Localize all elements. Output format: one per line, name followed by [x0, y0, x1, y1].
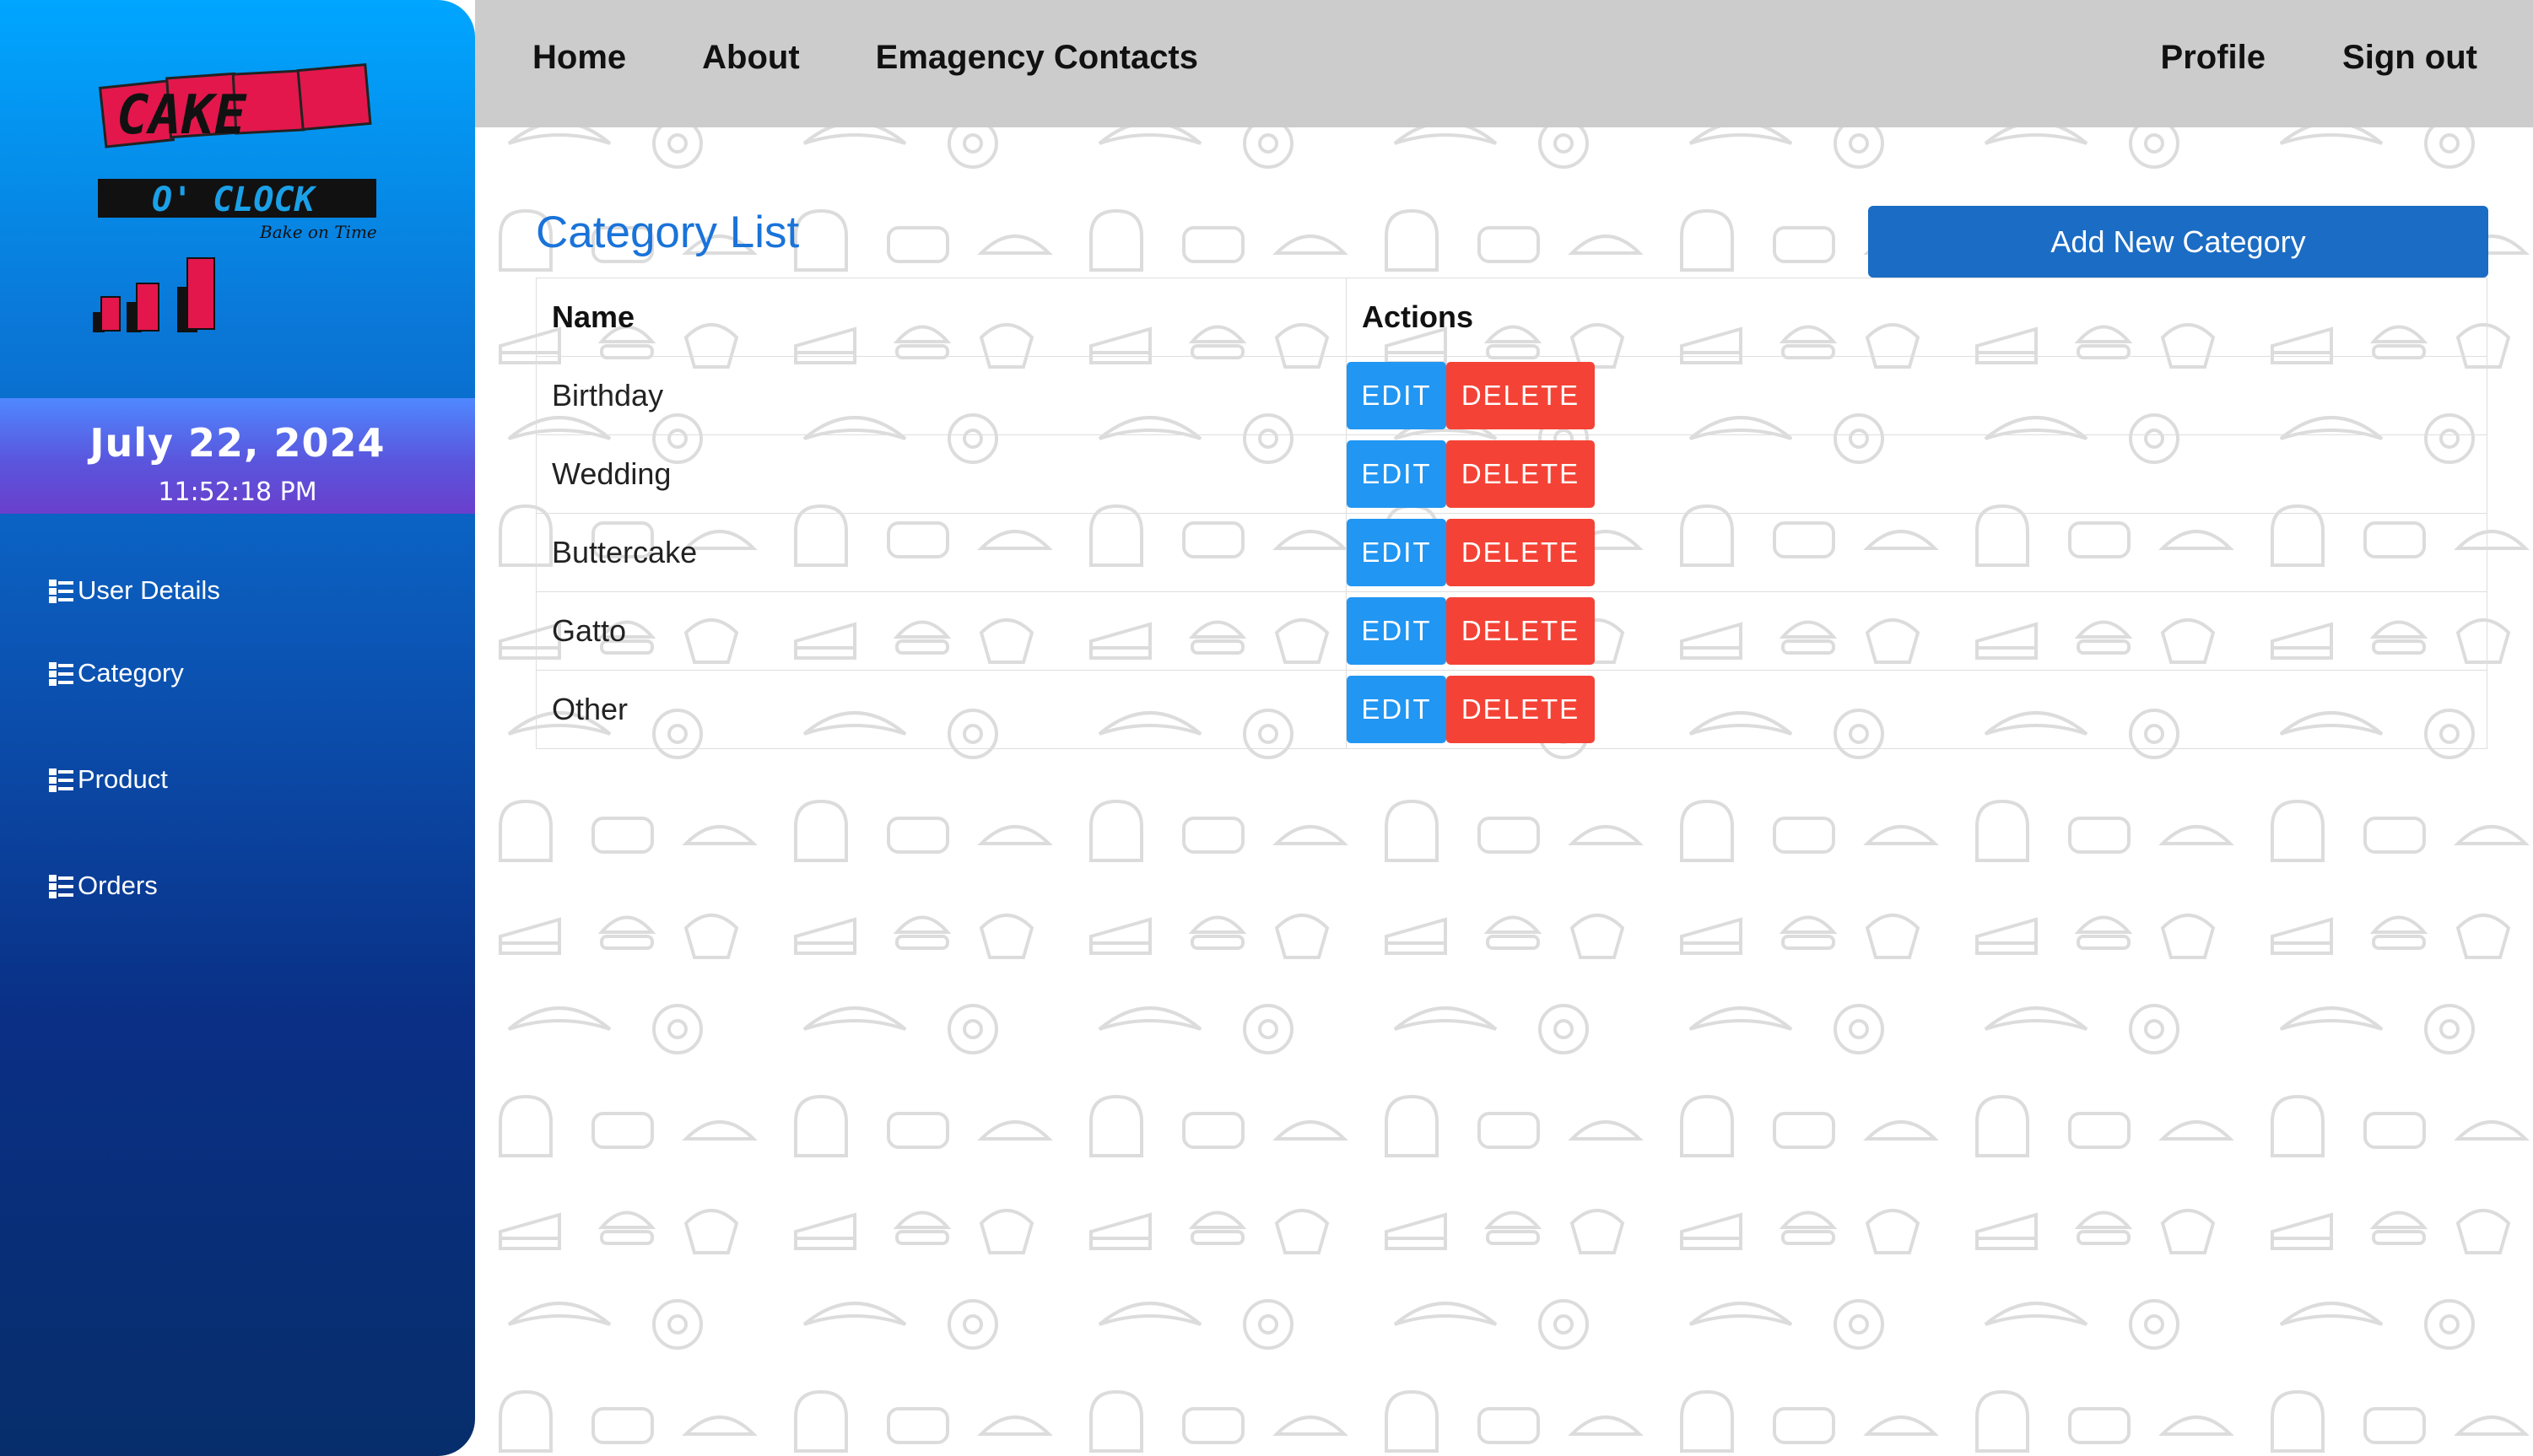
table-row: Other EDIT DELETE: [536, 670, 2487, 749]
edit-button[interactable]: EDIT: [1347, 362, 1446, 429]
list-icon: [47, 871, 76, 900]
table-row: Buttercake EDIT DELETE: [536, 513, 2487, 592]
row-actions: EDIT DELETE: [1346, 670, 2487, 749]
delete-button[interactable]: DELETE: [1446, 440, 1595, 508]
table-row: Birthday EDIT DELETE: [536, 356, 2487, 435]
edit-button[interactable]: EDIT: [1347, 519, 1446, 586]
edit-button[interactable]: EDIT: [1347, 440, 1446, 508]
logo-word: CAKE: [116, 84, 248, 147]
row-actions: EDIT DELETE: [1346, 434, 2487, 514]
delete-button[interactable]: DELETE: [1446, 519, 1595, 586]
logo-tagline: Bake on Time: [259, 222, 377, 242]
sidebar-item-label: Orders: [78, 871, 158, 900]
row-actions: EDIT DELETE: [1346, 591, 2487, 671]
sidebar-item-category[interactable]: Category: [47, 620, 220, 726]
sidebar-item-label: Category: [78, 658, 184, 688]
sidebar-item-label: User Details: [78, 575, 220, 605]
nav-profile-link[interactable]: Profile: [2161, 39, 2266, 77]
sidebar: CAKE O' CLOCK Bake on Time July 22, 2024…: [0, 0, 475, 1456]
list-icon: [47, 765, 76, 794]
row-actions: EDIT DELETE: [1346, 513, 2487, 592]
nav-home-link[interactable]: Home: [532, 39, 626, 77]
logo-sub: O' CLOCK: [152, 181, 317, 219]
category-table: Name Actions Birthday EDIT DELETE Wedding…: [536, 278, 2487, 749]
table-header-row: Name Actions: [536, 278, 2487, 357]
list-icon: [47, 659, 76, 688]
datetime-panel: July 22, 2024 11:52:18 PM: [0, 398, 475, 514]
delete-button[interactable]: DELETE: [1446, 362, 1595, 429]
nav-left-group: Home About Emagency Contacts: [532, 39, 1198, 77]
sidebar-menu: User Details Category Product Orders: [47, 561, 220, 939]
page-title: Category List: [536, 208, 800, 257]
delete-button[interactable]: DELETE: [1446, 597, 1595, 665]
table-row: Wedding EDIT DELETE: [536, 434, 2487, 514]
sidebar-item-user-details[interactable]: User Details: [47, 561, 220, 620]
category-name: Buttercake: [536, 513, 1347, 592]
current-time: 11:52:18 PM: [158, 477, 317, 507]
cake-oclock-logo: CAKE O' CLOCK Bake on Time: [84, 59, 405, 346]
category-name: Birthday: [536, 356, 1347, 435]
category-name: Gatto: [536, 591, 1347, 671]
table-row: Gatto EDIT DELETE: [536, 591, 2487, 671]
category-name: Wedding: [536, 434, 1347, 514]
top-navbar: Home About Emagency Contacts Profile Sig…: [475, 0, 2533, 127]
list-icon: [47, 576, 76, 605]
add-new-category-button[interactable]: Add New Category: [1868, 206, 2488, 278]
current-date: July 22, 2024: [89, 420, 386, 466]
column-header-name: Name: [536, 278, 1347, 357]
sidebar-item-orders[interactable]: Orders: [47, 833, 220, 939]
sidebar-item-product[interactable]: Product: [47, 726, 220, 833]
category-name: Other: [536, 670, 1347, 749]
nav-sign-out-link[interactable]: Sign out: [2342, 39, 2477, 77]
delete-button[interactable]: DELETE: [1446, 676, 1595, 743]
edit-button[interactable]: EDIT: [1347, 597, 1446, 665]
nav-right-group: Profile Sign out: [2161, 39, 2477, 77]
row-actions: EDIT DELETE: [1346, 356, 2487, 435]
nav-emergency-contacts-link[interactable]: Emagency Contacts: [876, 39, 1198, 77]
column-header-actions: Actions: [1346, 278, 2487, 357]
sidebar-item-label: Product: [78, 764, 168, 794]
main-content: Category List Add New Category Name Acti…: [475, 127, 2533, 1456]
nav-about-link[interactable]: About: [702, 39, 800, 77]
edit-button[interactable]: EDIT: [1347, 676, 1446, 743]
